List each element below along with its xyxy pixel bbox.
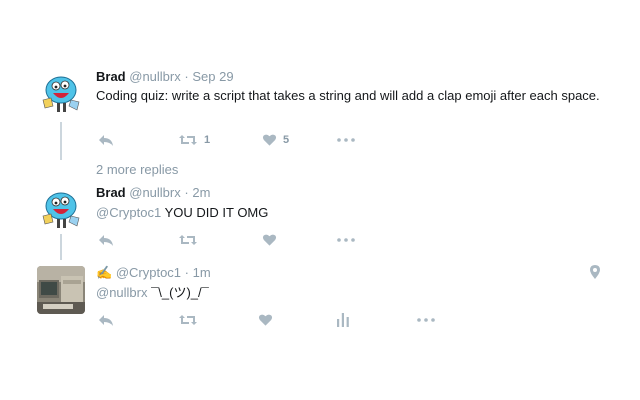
like-button[interactable]	[262, 233, 277, 247]
more-icon	[337, 138, 355, 142]
timestamp[interactable]: 1m	[193, 265, 211, 280]
author-name[interactable]: Brad	[96, 69, 126, 84]
author-handle[interactable]: @Cryptoc1	[116, 265, 181, 280]
retweet-count: 1	[204, 134, 211, 146]
retweet-icon	[178, 233, 198, 247]
analytics-button[interactable]	[337, 313, 349, 327]
more-icon	[337, 238, 355, 242]
avatar[interactable]	[37, 186, 85, 234]
mention-link[interactable]: @nullbrx	[96, 285, 148, 300]
tweet-text: @nullbrx ¯\_(ツ)_/¯	[96, 283, 616, 302]
retweet-icon	[178, 313, 198, 327]
heart-icon	[258, 313, 273, 327]
reply-icon	[98, 133, 114, 147]
like-count: 5	[283, 134, 290, 146]
reply-button[interactable]	[98, 133, 114, 147]
author-handle[interactable]: @nullbrx	[129, 69, 181, 84]
separator-dot: ·	[184, 69, 189, 84]
timestamp[interactable]: 2m	[192, 185, 210, 200]
tweet-actions	[96, 313, 596, 333]
tweet-text: @Cryptoc1 YOU DID IT OMG	[96, 203, 616, 222]
retweet-button[interactable]	[178, 233, 198, 247]
more-replies-link[interactable]: 2 more replies	[96, 162, 178, 177]
like-button[interactable]: 5	[262, 133, 289, 147]
more-icon	[417, 318, 435, 322]
author-handle[interactable]: @nullbrx	[129, 185, 181, 200]
avatar[interactable]	[37, 70, 85, 118]
reply-icon	[98, 313, 114, 327]
tweet-text: Coding quiz: write a script that takes a…	[96, 88, 600, 103]
avatar[interactable]	[37, 266, 85, 314]
tweet-body: ¯\_(ツ)_/¯	[151, 285, 209, 300]
reply-button[interactable]	[98, 233, 114, 247]
thread-line-2	[60, 234, 62, 260]
retweet-button[interactable]	[178, 313, 198, 327]
tweet-actions: 1 5	[96, 133, 596, 153]
like-button[interactable]	[258, 313, 273, 327]
separator-dot: ·	[184, 185, 189, 200]
analytics-icon	[337, 313, 349, 327]
heart-icon	[262, 233, 277, 247]
author-name[interactable]: Brad	[96, 185, 126, 200]
more-button[interactable]	[337, 138, 355, 142]
writing-hand-emoji: ✍	[96, 265, 113, 280]
tweet-actions	[96, 233, 596, 253]
retweet-icon	[178, 133, 198, 147]
location-pin-icon[interactable]	[590, 265, 600, 284]
heart-icon	[262, 133, 277, 147]
reply-button[interactable]	[98, 313, 114, 327]
retweet-button[interactable]: 1	[178, 133, 210, 147]
thread-line-1	[60, 122, 62, 160]
more-button[interactable]	[417, 318, 435, 322]
timestamp[interactable]: Sep 29	[192, 69, 233, 84]
more-button[interactable]	[337, 238, 355, 242]
tweet-body: YOU DID IT OMG	[164, 205, 269, 220]
reply-icon	[98, 233, 114, 247]
separator-dot: ·	[184, 265, 189, 280]
mention-link[interactable]: @Cryptoc1	[96, 205, 161, 220]
